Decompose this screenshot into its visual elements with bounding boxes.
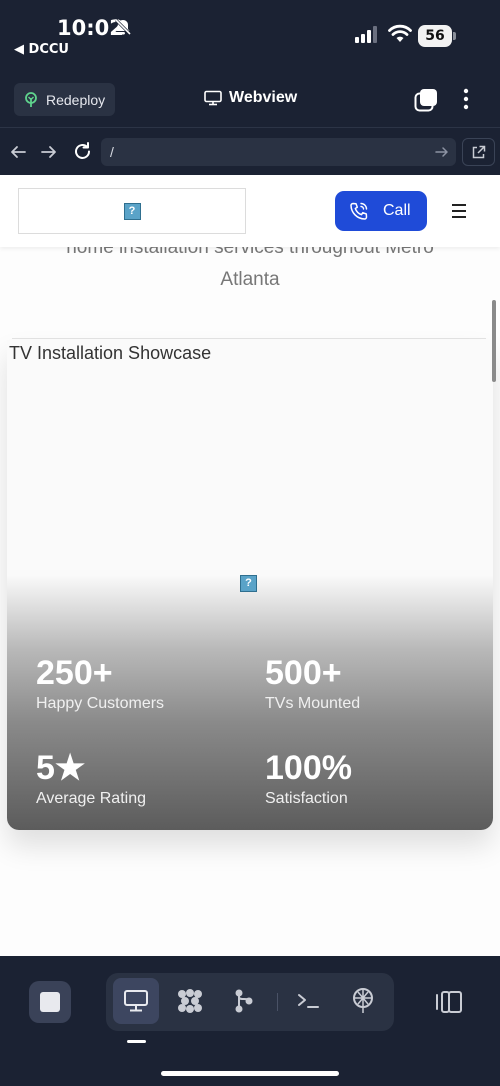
stat-value: 100% bbox=[265, 749, 352, 787]
page-scrollbar[interactable] bbox=[492, 300, 496, 382]
stat-tvs-mounted: 500+ TVs Mounted bbox=[265, 653, 360, 713]
monitor-icon bbox=[124, 990, 148, 1012]
stat-label: TVs Mounted bbox=[265, 695, 361, 712]
stat-value: 5★ bbox=[36, 749, 86, 787]
site-header: ? Call bbox=[0, 175, 500, 247]
call-button[interactable]: Call bbox=[335, 191, 427, 231]
status-bar: 10:02 ◀ DCCU 56 bbox=[0, 0, 500, 70]
stat-label: Happy Customers bbox=[36, 695, 165, 712]
branch-icon bbox=[235, 989, 253, 1013]
section-divider bbox=[12, 338, 486, 339]
tagline-line-2: Atlanta bbox=[220, 269, 280, 290]
sprout-icon bbox=[25, 91, 37, 107]
arrow-left-icon[interactable] bbox=[9, 143, 27, 161]
home-indicator bbox=[161, 1071, 339, 1076]
go-arrow-icon[interactable] bbox=[435, 145, 449, 159]
reload-icon[interactable] bbox=[72, 141, 93, 162]
arrow-right-icon[interactable] bbox=[40, 143, 58, 161]
url-bar-row: / bbox=[0, 129, 500, 175]
stat-label: Satisfaction bbox=[265, 790, 348, 807]
broken-image-icon: ? bbox=[123, 202, 141, 220]
tabs-icon[interactable] bbox=[414, 88, 438, 112]
dock-workspace-tab[interactable] bbox=[167, 978, 213, 1024]
external-link-icon bbox=[472, 145, 486, 158]
stop-icon bbox=[40, 992, 60, 1012]
cellular-signal-icon bbox=[355, 26, 377, 43]
stat-value: 500+ bbox=[265, 654, 342, 692]
webview-content: ? Call home installation services throug… bbox=[0, 175, 500, 956]
call-label: Call bbox=[383, 202, 411, 219]
dock-separator bbox=[277, 993, 278, 1011]
stat-label: Average Rating bbox=[36, 790, 146, 807]
stat-happy-customers: 250+ Happy Customers bbox=[36, 653, 164, 713]
stat-value: 250+ bbox=[36, 654, 113, 692]
phone-icon bbox=[350, 202, 368, 220]
url-input[interactable]: / bbox=[101, 138, 456, 166]
monitor-icon bbox=[204, 90, 222, 106]
terminal-icon bbox=[298, 994, 319, 1008]
deploy-icon bbox=[353, 988, 373, 1013]
panel-toggle-icon[interactable] bbox=[434, 989, 464, 1015]
broken-image-icon: ? bbox=[240, 575, 257, 592]
grid-dots-icon bbox=[178, 989, 202, 1013]
bottom-dock bbox=[0, 956, 500, 1086]
redeploy-label: Redeploy bbox=[46, 91, 106, 108]
more-options-icon[interactable] bbox=[457, 88, 475, 110]
stat-satisfaction: 100% Satisfaction bbox=[265, 748, 352, 808]
stat-average-rating: 5★ Average Rating bbox=[36, 748, 146, 808]
dock-webview-tab[interactable] bbox=[113, 978, 159, 1024]
back-to-app-link[interactable]: ◀ DCCU bbox=[14, 42, 69, 57]
showcase-title: TV Installation Showcase bbox=[9, 343, 212, 363]
stop-button[interactable] bbox=[29, 981, 71, 1023]
dock-shell-tab[interactable] bbox=[286, 978, 332, 1024]
site-logo[interactable]: ? bbox=[18, 188, 246, 234]
active-tab-indicator bbox=[127, 1040, 146, 1043]
menu-icon[interactable] bbox=[452, 204, 466, 222]
dock-git-tab[interactable] bbox=[221, 978, 267, 1024]
bell-muted-icon bbox=[114, 18, 132, 36]
webview-title-label: Webview bbox=[229, 89, 298, 106]
dock-tool-group bbox=[106, 973, 394, 1031]
battery-nub bbox=[453, 32, 456, 40]
dock-deploy-tab[interactable] bbox=[340, 978, 386, 1024]
battery-level: 56 bbox=[418, 25, 452, 47]
open-external-button[interactable] bbox=[462, 138, 495, 166]
tv-installation-showcase: TV Installation Showcase ? 250+ Happy Cu… bbox=[7, 340, 493, 830]
redeploy-button[interactable]: Redeploy bbox=[14, 83, 115, 116]
wifi-icon bbox=[388, 24, 412, 42]
webview-title: Webview bbox=[204, 89, 297, 107]
